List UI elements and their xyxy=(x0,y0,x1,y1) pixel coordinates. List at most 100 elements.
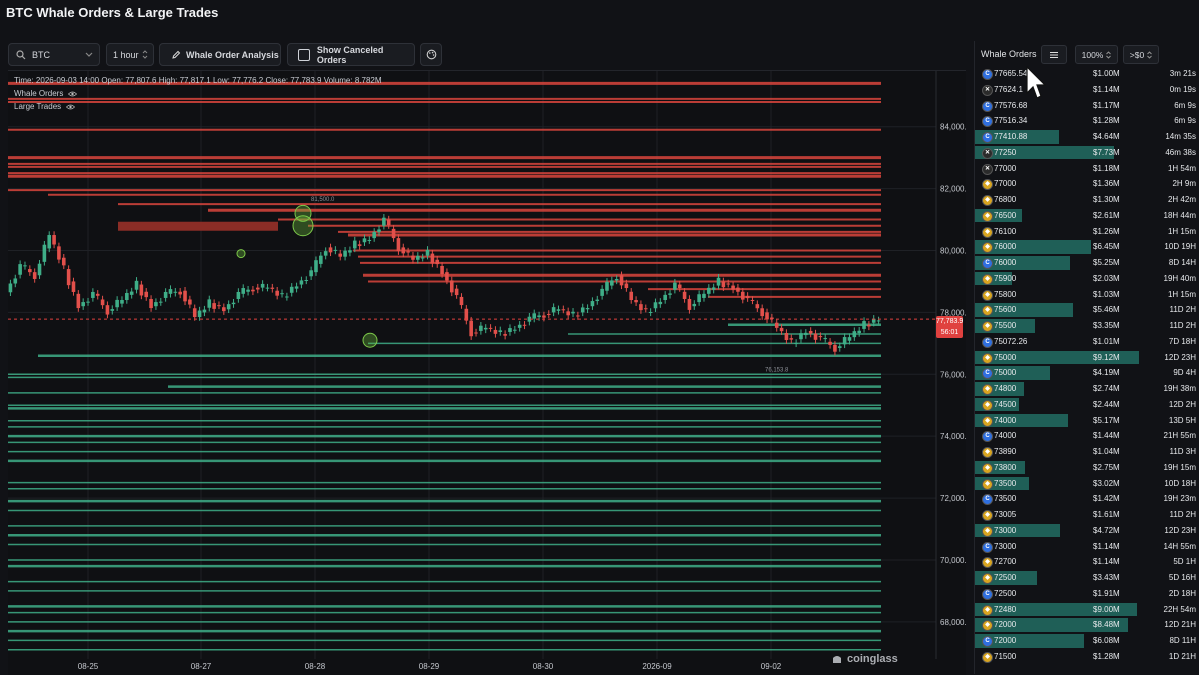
order-row[interactable]: ◆ 77000 $1.36M 2H 9m xyxy=(975,176,1199,192)
price-chart[interactable]: 84,000.082,000.080,000.078,000.076,000.0… xyxy=(8,70,966,675)
x-tick-label: 2026-09 xyxy=(642,662,672,671)
candle-body xyxy=(197,310,202,318)
order-row[interactable]: ◆ 72480 $9.00M 22H 54m xyxy=(975,602,1199,618)
order-row[interactable]: ◆ 73005 $1.61M 11D 2H xyxy=(975,507,1199,523)
order-row[interactable]: C 72000 $6.08M 8D 11H xyxy=(975,633,1199,649)
order-amount: $1.03M xyxy=(1093,289,1120,299)
order-row[interactable]: ✕ 77624.1 $1.14M 0m 19s xyxy=(975,82,1199,98)
order-amount: $4.64M xyxy=(1093,132,1120,141)
order-row[interactable]: ◆ 72000 $8.48M 12D 21H xyxy=(975,617,1199,633)
candle-body xyxy=(294,286,299,289)
order-row[interactable]: ◆ 75000 $9.12M 12D 23H xyxy=(975,350,1199,366)
order-row[interactable]: ◆ 73800 $2.75M 19H 15m xyxy=(975,460,1199,476)
order-amount: $3.43M xyxy=(1093,573,1120,582)
order-amount: $2.03M xyxy=(1093,273,1120,283)
candle-body xyxy=(188,299,192,305)
candle-body xyxy=(556,309,561,311)
x-tick-label: 09-02 xyxy=(761,662,782,671)
order-row[interactable]: C 75000 $4.19M 9D 4H xyxy=(975,365,1199,381)
zoom-select[interactable]: 100% xyxy=(1075,45,1118,64)
order-row[interactable]: ◆ 72700 $1.14M 5D 1H xyxy=(975,554,1199,570)
order-row[interactable]: ◆ 73000 $4.72M 12D 23H xyxy=(975,523,1199,539)
order-price: 73005 xyxy=(994,510,1017,519)
order-row[interactable]: C 73000 $1.14M 14H 55m xyxy=(975,539,1199,555)
order-row[interactable]: C 77516.34 $1.28M 6m 9s xyxy=(975,113,1199,129)
candle-body xyxy=(459,296,464,306)
order-row[interactable]: ◆ 71500 $1.28M 1D 21H xyxy=(975,649,1199,665)
order-row[interactable]: ◆ 72500 $3.43M 5D 16H xyxy=(975,570,1199,586)
order-row[interactable]: ◆ 75900 $2.03M 19H 40m xyxy=(975,271,1199,287)
candle-body xyxy=(81,302,85,307)
order-row[interactable]: ◆ 74800 $2.74M 19H 38m xyxy=(975,381,1199,397)
order-row[interactable]: ◆ 75500 $3.35M 11D 2H xyxy=(975,318,1199,334)
order-row[interactable]: ✕ 77250 $7.73M 46m 38s xyxy=(975,145,1199,161)
order-row[interactable]: C 77576.68 $1.17M 6m 9s xyxy=(975,98,1199,114)
order-row[interactable]: C 75072.26 $1.01M 7D 18H xyxy=(975,334,1199,350)
candle-body xyxy=(600,288,604,296)
symbol-select[interactable]: BTC xyxy=(8,43,100,66)
order-row[interactable]: ◆ 76500 $2.61M 18H 44m xyxy=(975,208,1199,224)
order-row[interactable]: ◆ 74000 $5.17M 13D 5H xyxy=(975,413,1199,429)
price-annotation: 81,500.0 xyxy=(311,197,335,203)
candle-body xyxy=(852,331,857,338)
order-row[interactable]: ◆ 73890 $1.04M 11D 3H xyxy=(975,444,1199,460)
filter-settings-button[interactable] xyxy=(1041,45,1067,64)
order-price: 73890 xyxy=(994,447,1017,456)
candle-body xyxy=(144,291,149,298)
order-row[interactable]: C 76000 $5.25M 8D 14H xyxy=(975,255,1199,271)
whale-order-analysis-button[interactable]: Whale Order Analysis xyxy=(159,43,281,66)
order-age: 2H 42m xyxy=(1167,195,1196,204)
candle-body xyxy=(765,312,769,320)
exchange-icon: ◆ xyxy=(982,352,993,364)
order-amount: $1.04M xyxy=(1093,447,1120,456)
order-row[interactable]: ◆ 74500 $2.44M 12D 2H xyxy=(975,397,1199,413)
exchange-icon: C xyxy=(982,541,993,553)
order-price: 73000 xyxy=(994,525,1017,535)
exchange-icon: ✕ xyxy=(982,147,993,159)
settings-button[interactable] xyxy=(420,43,442,66)
order-row[interactable]: C 77410.88 $4.64M 14m 35s xyxy=(975,129,1199,145)
candle-body xyxy=(236,291,241,299)
exchange-icon: C xyxy=(982,132,993,143)
sliders-icon xyxy=(1050,51,1058,58)
candle-body xyxy=(251,289,255,292)
candle-body xyxy=(270,287,275,289)
candle-body xyxy=(736,287,740,292)
order-row[interactable]: C 74000 $1.44M 21H 55m xyxy=(975,428,1199,444)
candle-body xyxy=(217,305,221,307)
order-amount: $6.08M xyxy=(1093,636,1120,645)
candle-body xyxy=(474,332,478,334)
exchange-icon: ◆ xyxy=(982,447,993,458)
order-price: 72480 xyxy=(994,604,1017,614)
interval-select[interactable]: 1 hour xyxy=(106,43,154,66)
candle-body xyxy=(32,272,37,279)
order-row[interactable]: C 73500 $1.42M 19H 23m xyxy=(975,491,1199,507)
order-age: 11D 2H xyxy=(1169,321,1196,330)
order-row[interactable]: C 72500 $1.91M 2D 18H xyxy=(975,586,1199,602)
order-amount: $3.35M xyxy=(1093,321,1120,330)
order-row[interactable]: ◆ 76000 $6.45M 10D 19H xyxy=(975,239,1199,255)
value-filter-select[interactable]: >$0 xyxy=(1123,45,1159,64)
order-row[interactable]: ✕ 77000 $1.18M 1H 54m xyxy=(975,161,1199,177)
candle-body xyxy=(610,280,614,286)
exchange-icon: ◆ xyxy=(982,226,993,238)
large-trades-legend[interactable]: Large Trades xyxy=(14,102,76,111)
order-row[interactable]: ◆ 75600 $5.46M 11D 2H xyxy=(975,302,1199,318)
candle-body xyxy=(333,249,338,251)
checkbox[interactable] xyxy=(298,48,310,61)
order-age: 0m 19s xyxy=(1169,84,1196,94)
order-row[interactable]: ◆ 76800 $1.30M 2H 42m xyxy=(975,192,1199,208)
order-row[interactable]: ◆ 75800 $1.03M 1H 15m xyxy=(975,287,1199,303)
order-row[interactable]: ◆ 76100 $1.26M 1H 15m xyxy=(975,224,1199,240)
exchange-icon: C xyxy=(982,258,993,269)
order-price: 76800 xyxy=(994,195,1017,204)
order-row[interactable]: ◆ 73500 $3.02M 10D 18H xyxy=(975,476,1199,492)
whale-orders-legend[interactable]: Whale Orders xyxy=(14,89,78,98)
chart-canvas[interactable]: 84,000.082,000.080,000.078,000.076,000.0… xyxy=(8,71,966,675)
eye-icon[interactable] xyxy=(66,104,76,110)
candle-body xyxy=(222,307,226,312)
candle-body xyxy=(348,250,352,253)
show-canceled-orders-toggle[interactable]: Show Canceled Orders xyxy=(287,43,415,66)
order-row[interactable]: C 77665.54 $1.00M 3m 21s xyxy=(975,66,1199,82)
eye-icon[interactable] xyxy=(68,91,78,97)
